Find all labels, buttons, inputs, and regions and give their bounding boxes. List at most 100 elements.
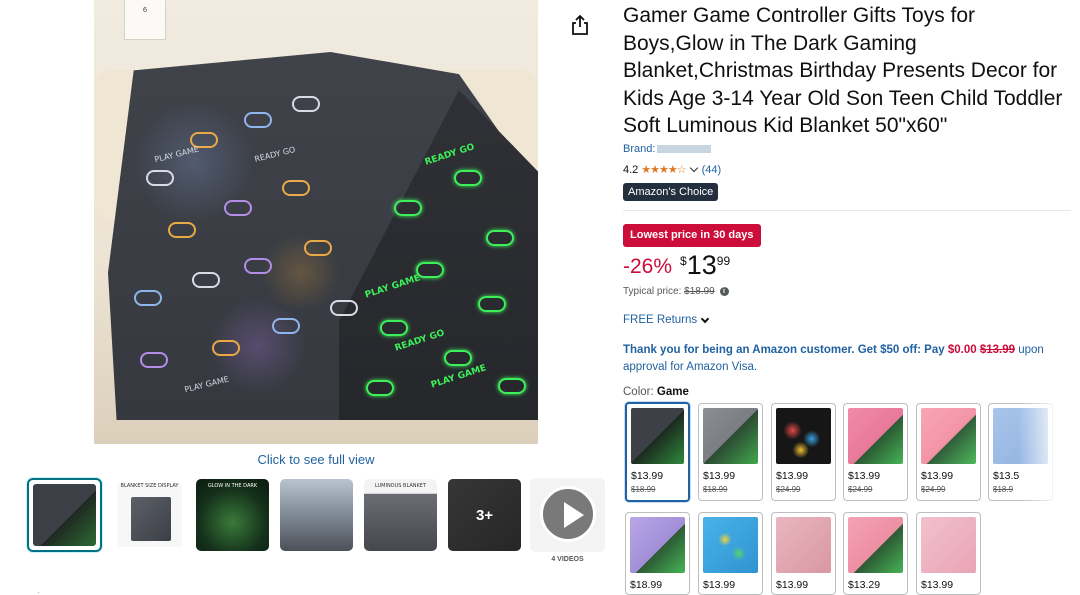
swatch-image — [703, 517, 758, 573]
swatch-price: $13.99 — [921, 579, 954, 591]
controller-pattern — [304, 240, 332, 256]
visa-strike-price: $13.99 — [979, 344, 1016, 356]
see-full-view-link[interactable]: Click to see full view — [94, 452, 538, 467]
swatch-price: $18.99 — [630, 579, 663, 591]
thumbnail-strip: BLANKET SIZE DISPLAY GLOW IN THE DARK LU… — [27, 478, 605, 568]
controller-pattern — [394, 200, 422, 216]
thumbnail-image — [364, 479, 437, 551]
color-swatch[interactable]: $18.99 — [625, 512, 690, 595]
visa-offer-text: Thank you for being an Amazon customer. … — [623, 344, 948, 356]
controller-pattern — [292, 96, 320, 112]
play-icon — [540, 486, 596, 542]
thumbnail-1[interactable] — [27, 478, 102, 552]
controller-pattern — [244, 258, 272, 274]
swatch-image — [776, 408, 831, 464]
color-swatch[interactable]: $13.99 — [916, 512, 981, 595]
swatch-price: $13.99 — [776, 470, 809, 482]
swatch-overflow-fade — [1018, 400, 1080, 595]
controller-pattern — [212, 340, 240, 356]
controller-pattern — [140, 352, 168, 368]
more-images-count: 3+ — [448, 479, 521, 551]
swatch-image — [703, 408, 758, 464]
color-label: Color: Game — [623, 386, 689, 398]
thumbnail-3[interactable]: GLOW IN THE DARK — [195, 478, 270, 552]
video-thumbnail[interactable] — [530, 478, 605, 552]
thumbnail-6[interactable]: 3+ — [447, 478, 522, 552]
swatch-image — [848, 408, 903, 464]
swatch-was-price: $18.99 — [703, 485, 728, 494]
color-swatch[interactable]: $13.99 $18.99 — [625, 402, 690, 502]
free-returns-link[interactable]: FREE Returns — [623, 314, 713, 326]
chevron-down-icon[interactable] — [689, 163, 698, 173]
swatch-image — [776, 517, 831, 573]
current-price: $ 13 99 — [680, 250, 730, 280]
swatch-price: $13.99 — [631, 470, 664, 482]
blanket-size-image — [131, 497, 171, 541]
divider-dot: · — [37, 587, 40, 595]
price-symbol: $ — [680, 254, 687, 268]
review-count-link[interactable]: (44) — [702, 164, 722, 176]
typical-price-label: Typical price: — [623, 286, 682, 297]
discount-percent: -26% — [623, 255, 673, 278]
brand-label: Brand: — [623, 143, 656, 155]
swatch-price: $13.99 — [848, 470, 881, 482]
controller-pattern — [244, 112, 272, 128]
controller-pattern — [444, 350, 472, 366]
thumbnail-5[interactable]: LUMINOUS BLANKET — [363, 478, 438, 552]
visa-pay-price: $0.00 — [947, 344, 977, 356]
brand-name-redacted — [657, 145, 712, 154]
controller-pattern — [330, 300, 358, 316]
color-swatch[interactable]: $13.99 $18.99 — [698, 403, 763, 501]
controller-pattern — [168, 222, 196, 238]
swatch-image — [631, 408, 684, 464]
swatch-was-price: $24.99 — [921, 485, 946, 494]
color-swatch[interactable]: $13.99 $24.99 — [771, 403, 836, 501]
rating-row: 4.2 ★★★★☆ (44) — [623, 163, 722, 177]
amazons-choice-badge: Amazon's Choice — [623, 183, 719, 201]
thumbnail-caption: LUMINOUS BLANKET — [374, 483, 427, 489]
swatch-image — [630, 517, 685, 573]
controller-pattern — [498, 378, 526, 394]
wall-calendar: 6 — [124, 0, 166, 40]
star-rating-icon[interactable]: ★★★★☆ — [641, 163, 686, 176]
color-swatch[interactable]: $13.99 $24.99 — [843, 403, 908, 501]
section-divider — [623, 210, 1071, 211]
visa-offer-link[interactable]: Thank you for being an Amazon customer. … — [623, 342, 1075, 376]
price-row: -26% $ 13 99 — [623, 250, 730, 280]
thumbnail-image — [33, 484, 96, 546]
brand-link[interactable]: Brand: — [623, 143, 712, 155]
controller-pattern — [224, 200, 252, 216]
swatch-was-price: $24.99 — [776, 485, 801, 494]
color-swatch[interactable]: $13.99 — [698, 512, 763, 595]
swatch-image — [921, 517, 976, 573]
thumbnail-caption: BLANKET SIZE DISPLAY — [120, 483, 179, 489]
info-icon[interactable]: i — [719, 286, 729, 296]
rating-value: 4.2 — [623, 163, 639, 176]
thumbnail-2[interactable]: BLANKET SIZE DISPLAY — [112, 478, 187, 552]
color-swatch[interactable]: $13.99 — [771, 512, 836, 595]
color-swatch[interactable]: $13.29 — [843, 512, 908, 595]
typical-price: Typical price: $18.99 i — [623, 286, 729, 297]
thumbnail-image — [196, 479, 269, 551]
typical-price-value: $18.99 — [684, 286, 715, 297]
swatch-image — [848, 517, 903, 573]
color-swatch[interactable]: $13.99 $24.99 — [916, 403, 981, 501]
controller-pattern — [486, 230, 514, 246]
thumbnail-4[interactable] — [279, 478, 354, 552]
main-product-image[interactable]: 6 PLAY GAME READY GO PLAY GAME READY GO … — [94, 0, 538, 444]
controller-pattern — [454, 170, 482, 186]
swatch-price: $13.99 — [776, 579, 809, 591]
share-icon[interactable] — [570, 14, 590, 36]
thumbnail-caption: GLOW IN THE DARK — [207, 483, 258, 489]
controller-pattern — [146, 170, 174, 186]
thumbnail-image — [280, 479, 353, 551]
controller-pattern — [380, 320, 408, 336]
swatch-price: $13.5 — [993, 470, 1020, 482]
controller-pattern — [416, 262, 444, 278]
selected-color: Game — [656, 386, 689, 398]
swatch-was-price: $18.9 — [993, 485, 1014, 494]
controller-pattern — [134, 290, 162, 306]
price-fraction: 99 — [716, 254, 731, 268]
video-count-label: 4 VIDEOS — [551, 556, 584, 563]
controller-pattern — [478, 296, 506, 312]
